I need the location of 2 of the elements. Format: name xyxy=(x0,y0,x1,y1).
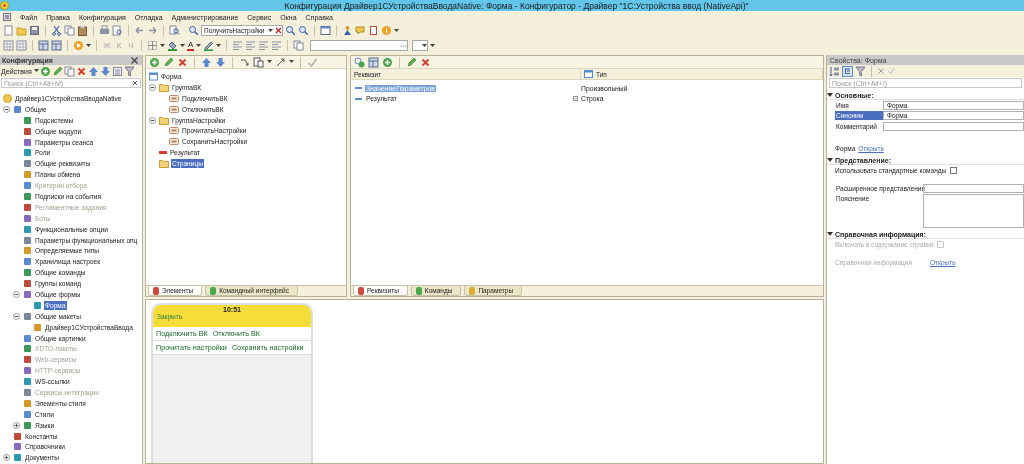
window-title: Конфигурация Драйвер1СУстройстваВводаNative: Форма - Конфигуратор - Драйвер "1С:Устройства ввод (NativeApi)" xyxy=(283,0,750,11)
font-color-button[interactable]: A xyxy=(187,40,195,51)
